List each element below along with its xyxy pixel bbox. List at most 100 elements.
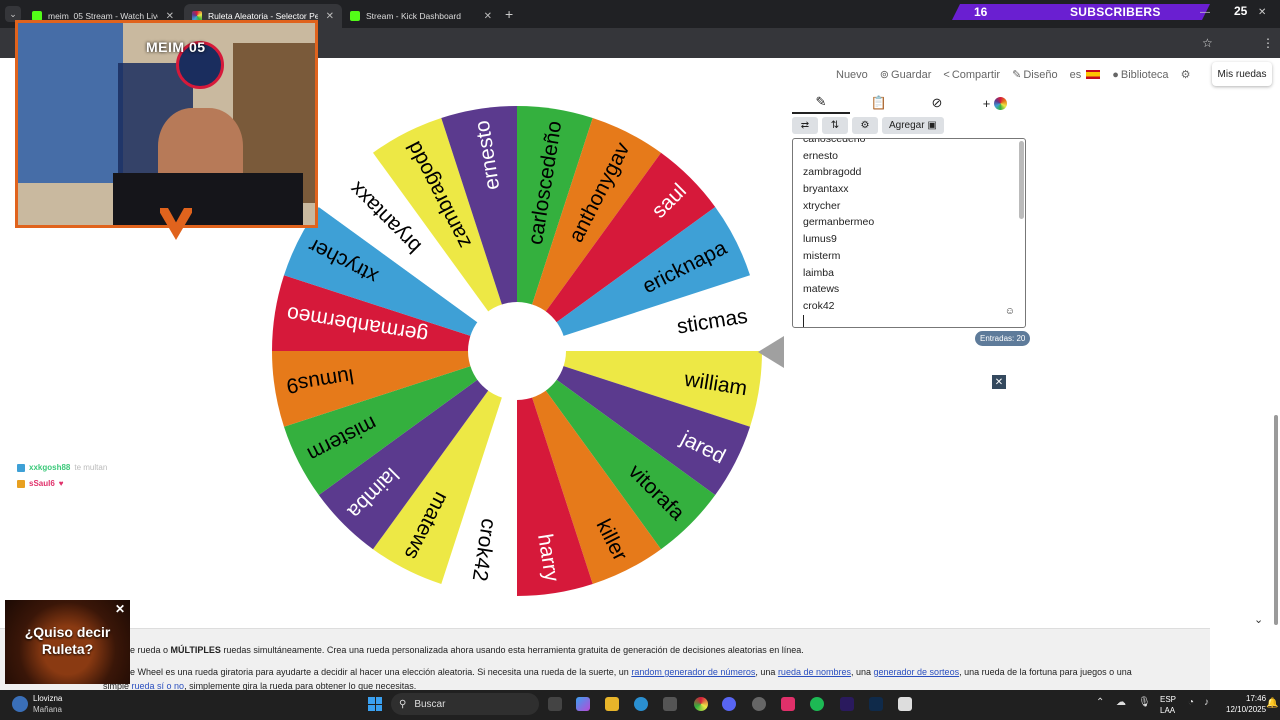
name-wheel-link[interactable]: rueda de nombres <box>778 667 851 677</box>
diseno-button[interactable]: ✎ Diseño <box>1012 68 1058 82</box>
spin-wheel[interactable]: sticmaswilliamjaredvitorafakillerharrycr… <box>272 106 762 596</box>
entry-line[interactable]: misterm <box>803 248 874 265</box>
star-icon[interactable]: ☆ <box>1202 36 1213 50</box>
entry-line[interactable]: matews <box>803 281 874 298</box>
wifi-icon[interactable]: ◔ <box>1188 697 1194 708</box>
ad-banner[interactable]: ¿Quiso decir Ruleta? ✕ <box>5 600 130 684</box>
shuffle-button[interactable]: ⇄ <box>792 117 818 134</box>
description-line: e Wheel es una rueda giratoria para ayud… <box>130 667 1132 677</box>
tiktok-icon[interactable] <box>781 697 795 711</box>
chat-emote-icon: ♥ <box>58 479 64 488</box>
diseno-label: Diseño <box>1023 68 1058 81</box>
menu-icon[interactable]: ⋮ <box>1262 36 1274 50</box>
weather-icon[interactable] <box>12 696 28 712</box>
entry-line[interactable]: bryantaxx <box>803 181 874 198</box>
volume-icon[interactable]: ♪ <box>1204 697 1209 708</box>
clipboard-icon: 📋 <box>870 95 888 110</box>
close-icon[interactable]: ✕ <box>992 375 1006 389</box>
weather-temp: Llovizna <box>33 694 63 703</box>
subscribers-label: SUBSCRIBERS <box>1070 5 1161 19</box>
biblioteca-button[interactable]: ● Biblioteca <box>1112 68 1168 81</box>
store-icon[interactable] <box>663 697 677 711</box>
entries-textarea[interactable]: carloscedeño ernesto zambragodd bryantaxx xt… <box>792 138 1026 328</box>
entry-line[interactable]: carloscedeño <box>803 139 874 148</box>
entry-line[interactable]: germanbermeo <box>803 214 874 231</box>
entry-line[interactable]: ernesto <box>803 148 874 165</box>
lang-layout[interactable]: LAA <box>1160 706 1175 715</box>
discord-icon[interactable] <box>722 697 736 711</box>
chevron-down-icon[interactable]: ⌄ <box>1254 613 1263 626</box>
new-tab-button[interactable]: + <box>505 6 513 22</box>
lang-code[interactable]: ESP <box>1160 695 1176 704</box>
copilot-icon[interactable] <box>576 697 590 711</box>
premiere-icon[interactable] <box>840 697 854 711</box>
spotify-icon[interactable] <box>810 697 824 711</box>
chrome-icon[interactable] <box>694 697 708 711</box>
close-window-icon[interactable]: ✕ <box>1258 7 1266 18</box>
mic-icon[interactable]: 🎙 <box>1138 697 1151 708</box>
emoji-icon[interactable]: ☺ <box>1005 306 1015 317</box>
clock-time[interactable]: 17:46 <box>1246 694 1266 703</box>
photoshop-icon[interactable] <box>869 697 883 711</box>
clock-date[interactable]: 12/10/2025 <box>1226 705 1266 714</box>
file-explorer-icon[interactable] <box>605 697 619 711</box>
ad-text: ¿Quiso decir Ruleta? <box>24 624 111 657</box>
description-line: e rueda o MÚLTIPLES ruedas simultáneamen… <box>130 645 804 655</box>
subscribers-goal: 25 <box>1234 4 1248 18</box>
settings-button[interactable]: ⚙ <box>852 117 878 134</box>
entry-line[interactable]: laimba <box>803 265 874 282</box>
close-tab-icon[interactable]: ✕ <box>326 11 334 22</box>
random-number-link[interactable]: random generador de números <box>631 667 755 677</box>
edge-icon[interactable] <box>634 697 648 711</box>
scrollbar[interactable] <box>1019 141 1024 219</box>
taskbar-search[interactable]: ⚲ Buscar <box>391 693 539 715</box>
weather-sub: Mañana <box>33 705 62 714</box>
text-bold: MÚLTIPLES <box>170 645 221 655</box>
app-icon[interactable] <box>898 697 912 711</box>
language-selector[interactable]: es <box>1070 68 1101 81</box>
close-tab-icon[interactable]: ✕ <box>484 11 492 22</box>
entry-line[interactable]: xtrycher <box>803 198 874 215</box>
nuevo-button[interactable]: Nuevo <box>836 68 868 81</box>
tab-edit[interactable]: ✎ <box>792 92 850 114</box>
nuevo-label: Nuevo <box>836 68 868 81</box>
network-icon[interactable]: ☁ <box>1116 697 1126 708</box>
task-view-icon[interactable] <box>548 697 562 711</box>
compartir-button[interactable]: < Compartir <box>943 68 1000 81</box>
entries-count-badge: Entradas: 20 <box>975 331 1031 346</box>
tab-title: Stream - Kick Dashboard <box>366 11 461 21</box>
settings-icon[interactable]: ⚙ <box>1181 68 1191 81</box>
wheel-center[interactable] <box>468 302 566 400</box>
wheel-pointer <box>758 336 784 368</box>
text: e rueda o <box>130 645 171 655</box>
agregar-imagen-button[interactable]: Agregar ▣ <box>882 117 944 134</box>
tab-add-color[interactable]: + <box>966 92 1024 114</box>
obs-icon[interactable] <box>752 697 766 711</box>
plus-icon: + <box>982 95 991 111</box>
streamer-name: MEIM 05 <box>146 39 206 55</box>
tray-chevron-icon[interactable]: ⌃ <box>1096 697 1104 708</box>
windows-start-icon[interactable] <box>368 697 382 711</box>
raffle-link[interactable]: generador de sorteos <box>874 667 960 677</box>
entry-line[interactable]: lumus9 <box>803 231 874 248</box>
text: , una rueda de la fortuna para juegos o … <box>959 667 1132 677</box>
shuffle-icon: ⇄ <box>800 120 810 131</box>
share-icon: < <box>943 68 950 81</box>
jersey-image <box>18 23 123 183</box>
tab-kick-dashboard[interactable]: Stream - Kick Dashboard ✕ <box>342 4 500 28</box>
tab-results[interactable]: 📋 <box>850 92 908 114</box>
mis-ruedas-button[interactable]: Mis ruedas <box>1212 62 1272 86</box>
entries-panel-tabs: ✎ 📋 ⊘ + <box>792 92 1026 114</box>
tab-hidden[interactable]: ⊘ <box>908 92 966 114</box>
sort-button[interactable]: ⇅ <box>822 117 848 134</box>
close-ad-icon[interactable]: ✕ <box>115 602 125 616</box>
entry-line[interactable]: crok42 <box>803 298 874 315</box>
minimize-icon[interactable]: — <box>1200 7 1210 18</box>
entry-line[interactable]: zambragodd <box>803 164 874 181</box>
guardar-button[interactable]: ⊚ Guardar <box>880 68 932 82</box>
notifications-icon[interactable]: 🔔 <box>1266 698 1278 709</box>
page-scrollbar[interactable] <box>1274 415 1278 625</box>
entries-actions: ⇄ ⇅ ⚙ Agregar ▣ <box>792 117 944 134</box>
globe-icon: ● <box>1112 68 1119 81</box>
description-section: e rueda o MÚLTIPLES ruedas simultáneamen… <box>0 628 1210 691</box>
